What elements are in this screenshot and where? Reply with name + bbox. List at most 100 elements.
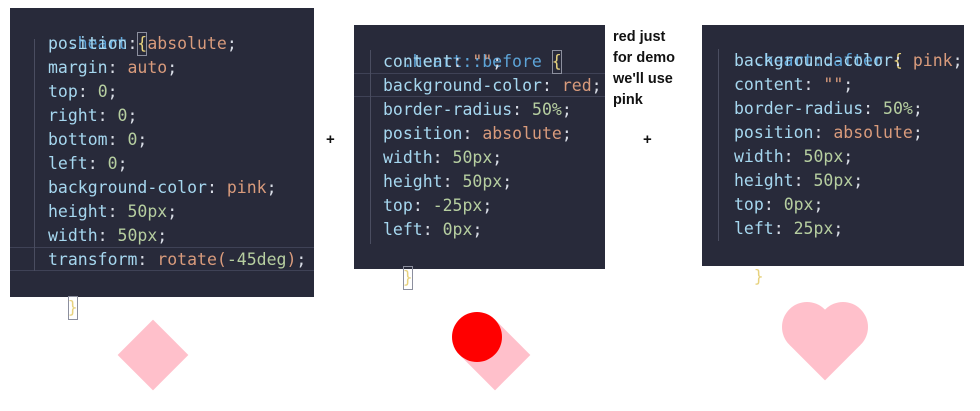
colon: : [892,51,913,70]
css-declaration: top: 0; [10,80,314,104]
closing-line: } [354,242,605,290]
css-property: transform [48,250,138,269]
css-declaration: background-color: red; [354,74,605,98]
red-circle-shape [452,312,502,362]
css-value: 50px [462,172,503,191]
css-declaration: width: 50px; [354,146,605,170]
css-property: bottom [48,130,108,149]
css-declaration: border-radius: 50%; [354,98,605,122]
colon: : [793,171,814,190]
css-property: top [48,82,78,101]
semicolon: ; [853,171,864,190]
css-declaration: background-color: pink; [702,49,964,73]
semicolon: ; [561,124,572,143]
pink-diamond-shape [117,319,189,391]
css-property: background-color [48,178,207,197]
colon: : [137,250,158,269]
semicolon: ; [492,52,503,71]
css-property: left [734,219,774,238]
css-value: 0 [107,154,118,173]
css-property: border-radius [734,99,864,118]
css-declaration: width: 50px; [702,145,964,169]
colon: : [107,202,128,221]
css-declaration: position: absolute; [702,121,964,145]
colon: : [763,195,784,214]
close-brace: } [753,267,764,286]
css-value: "" [823,75,844,94]
css-declaration: left: 0; [10,152,314,176]
css-declaration: right: 0; [10,104,314,128]
semicolon: ; [912,123,923,142]
css-value: 50px [813,171,854,190]
css-value: red [561,76,592,95]
css-value: 25px [793,219,834,238]
css-property: position [48,34,128,53]
css-declaration: margin: auto; [10,56,314,80]
css-declaration: position: absolute; [10,32,314,56]
note-line: red just [613,29,666,45]
semicolon: ; [912,99,923,118]
css-property: background-color [734,51,893,70]
css-property: border-radius [383,100,513,119]
css-property: background-color [383,76,542,95]
selector-line: .heart::after { [702,25,964,70]
code-panel-before: .heart::before { content: ""; background-… [354,25,605,290]
css-value: 50px [452,148,493,167]
css-property: left [48,154,88,173]
plus-operator: + [326,131,335,148]
annotation-note: red just for demo we'll use pink [613,27,675,111]
colon: : [462,124,483,143]
css-value: absolute [482,124,562,143]
css-declaration: transform: rotate(-45deg); [10,248,314,272]
css-value: -25px [432,196,483,215]
colon: : [97,106,118,125]
close-brace: } [67,296,78,320]
colon: : [107,58,128,77]
css-declaration: background-color: pink; [10,176,314,200]
colon: : [77,82,98,101]
semicolon: ; [502,172,513,191]
css-declaration: content: ""; [354,50,605,74]
css-declaration: bottom: 0; [10,128,314,152]
note-line: we'll use [613,71,673,87]
css-declaration: content: ""; [702,73,964,97]
semicolon: ; [266,178,277,197]
colon: : [803,75,824,94]
css-value: absolute [833,123,913,142]
css-function-close: ) [286,250,297,269]
css-value: 0 [117,106,128,125]
css-value: 50% [883,99,913,118]
colon: : [97,226,118,245]
css-property: left [383,220,423,239]
semicolon: ; [107,82,118,101]
plus-operator: + [643,131,652,148]
semicolon: ; [472,220,483,239]
colon: : [813,123,834,142]
colon: : [107,130,128,149]
css-declaration: left: 0px; [354,218,605,242]
css-property: top [383,196,413,215]
colon: : [412,196,433,215]
colon: : [783,147,804,166]
colon: : [422,220,443,239]
note-line: for demo [613,50,676,66]
code-panel-after: .heart::after { background-color: pink; c… [702,25,964,286]
colon: : [773,219,794,238]
css-value: auto [127,58,168,77]
css-declaration: width: 50px; [10,224,314,248]
css-property: height [383,172,443,191]
css-value: 50px [117,226,158,245]
css-property: width [48,226,98,245]
css-value: 50px [803,147,844,166]
css-declaration: position: absolute; [354,122,605,146]
close-brace: } [402,266,413,290]
css-function: rotate( [157,250,227,269]
css-property: height [734,171,794,190]
css-declaration: height: 50px; [10,200,314,224]
semicolon: ; [226,34,237,53]
semicolon: ; [167,58,178,77]
colon: : [442,172,463,191]
css-property: top [734,195,764,214]
css-declaration: height: 50px; [354,170,605,194]
semicolon: ; [127,106,138,125]
